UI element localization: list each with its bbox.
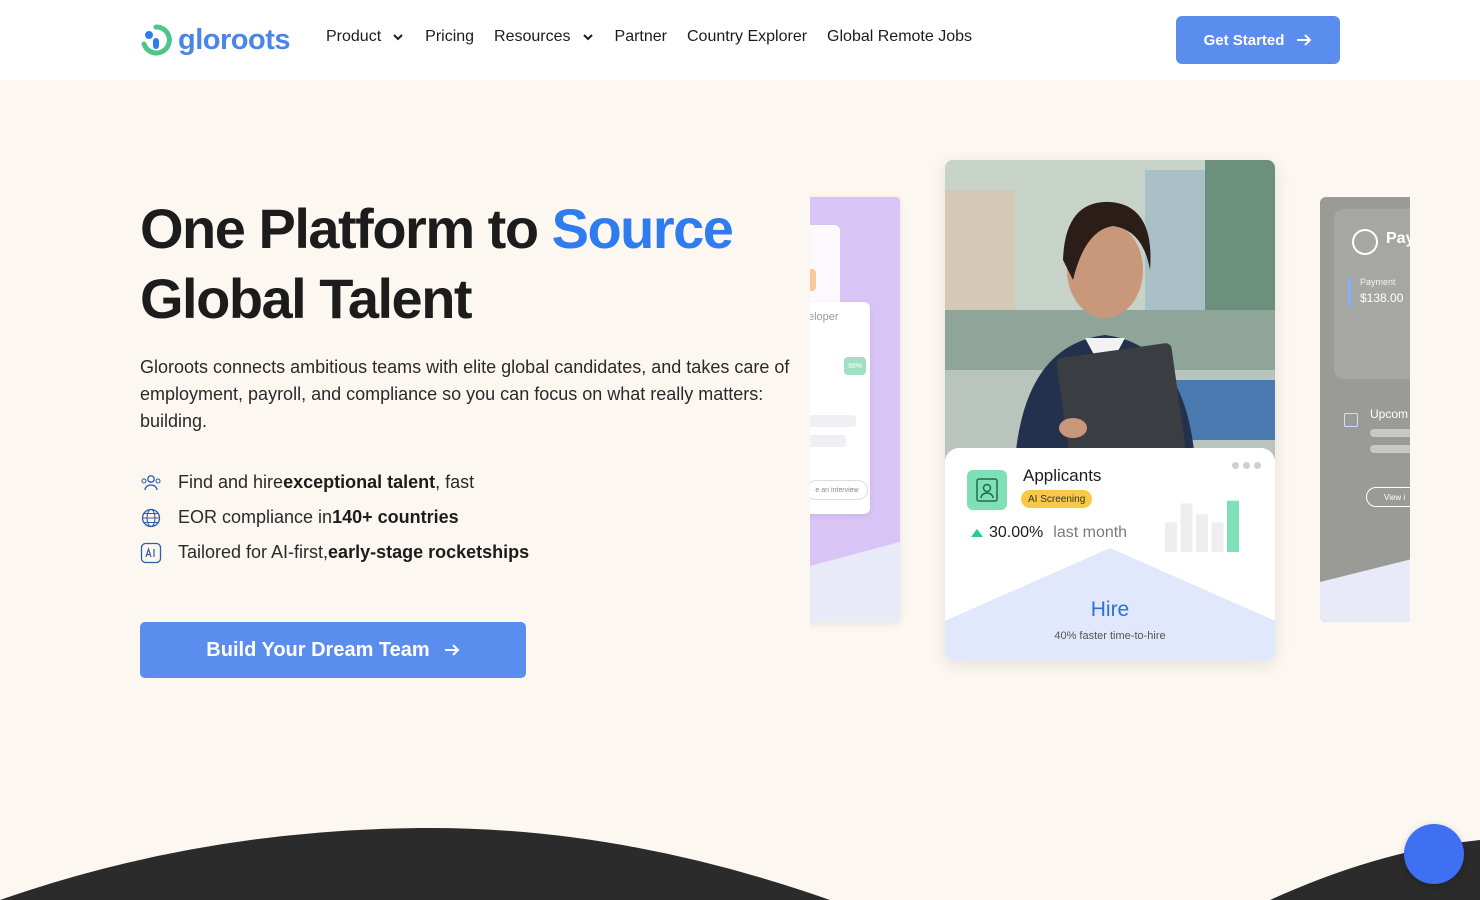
nav-partner[interactable]: Partner [615,28,667,46]
payroll-title: Pay [1386,230,1410,247]
nav-country-explorer[interactable]: Country Explorer [687,28,807,46]
footer-wave [0,827,1480,900]
applicants-panel: Applicants AI Screening 30.00% last mont… [945,448,1275,660]
carousel-card-applicants[interactable]: Applicants AI Screening 30.00% last mont… [945,160,1275,660]
feature-item: EOR compliance in 140+ countries [140,500,529,535]
candidate-photo [945,160,1275,460]
brand-name: gloroots [178,23,291,56]
stat-value: 30.00% [989,524,1044,541]
placeholder-bar [810,415,856,427]
brand-logo[interactable]: gloroots [140,22,291,58]
nav-global-remote-jobs[interactable]: Global Remote Jobs [827,28,972,46]
chart-bar [1165,522,1177,552]
stat-label: last month [1053,524,1128,541]
hero-description: Gloroots connects ambitious teams with e… [140,357,790,431]
nav-label: Pricing [425,28,475,45]
chart-bar [1227,500,1239,552]
upcoming-label: Upcom [1370,407,1409,421]
hire-stage-title: Hire [1090,598,1130,621]
placeholder-bar [1370,445,1410,453]
build-dream-team-label: Build Your Dream Team [206,638,430,661]
feature-bold: 140+ countries [332,507,459,527]
applicant-profile-icon [967,470,1007,510]
nav-label: Partner [614,28,667,45]
arrow-right-icon [1297,34,1312,46]
card-bottom-shape [810,542,900,622]
payment-label: Payment [1360,277,1396,287]
feature-bold: exceptional talent [283,472,436,492]
globe-icon [140,507,162,529]
hero-title-accent: Source [551,197,734,260]
people-icon [140,472,162,494]
calendar-icon [1344,413,1358,427]
payment-amount: $138.00 [1360,291,1404,305]
feature-carousel[interactable]: eloper 98% e an interview Applicants AI … [810,150,1410,680]
hire-stage-subtitle: 40% faster time-to-hire [1054,630,1166,642]
nav-label: Country Explorer [687,28,808,45]
score-chip [810,269,816,291]
role-label: eloper [810,311,839,323]
ai-screening-badge: AI Screening [1021,490,1093,508]
match-score-badge: 98% [844,357,866,375]
chart-bar [1180,503,1193,552]
carousel-card-payroll[interactable]: Pay Payment $138.00 Upcom View i [1320,197,1410,622]
applicants-stat: 30.00% last month [971,524,1127,542]
chevron-down-icon [393,34,403,41]
applicants-title: Applicants [1023,466,1102,485]
nav-label: Product [326,28,382,45]
get-started-button[interactable]: Get Started [1176,16,1340,64]
placeholder-bar [810,435,846,447]
nav-label: Global Remote Jobs [827,28,973,45]
nav-pricing[interactable]: Pricing [425,28,474,46]
card-bottom-shape [1320,542,1410,622]
feature-item: Find and hire exceptional talent, fast [140,465,529,500]
applicants-bar-chart [1165,500,1239,552]
feature-post: , fast [435,472,475,492]
view-button: View i [1366,487,1410,507]
feature-item: Tailored for AI-first, early-stage rocke… [140,535,529,570]
nav-product[interactable]: Product [326,28,405,46]
hero-title-part2: Global Talent [140,267,473,330]
payment-indicator [1348,277,1351,307]
nav-resources[interactable]: Resources [494,28,594,46]
chevron-down-icon [582,34,593,41]
nav-label: Resources [494,28,571,45]
chat-widget-button[interactable] [1404,824,1464,884]
main-nav: Product Pricing Resources Partner Countr… [326,28,972,46]
user-avatar-icon [1352,229,1378,255]
more-options-icon[interactable] [1232,462,1261,469]
chart-bar [1196,514,1208,552]
trend-up-icon [971,529,983,537]
placeholder-bar [1370,429,1410,437]
gloroots-logo-icon [141,24,172,56]
hero-title-part1: One Platform to [140,197,552,260]
carousel-card-left[interactable]: eloper 98% e an interview [810,197,900,622]
site-header: gloroots Product Pricing Resources Partn… [0,0,1480,80]
feature-pre: EOR compliance in [178,507,333,527]
build-dream-team-button[interactable]: Build Your Dream Team [140,622,526,678]
arrow-right-icon [444,644,460,656]
feature-bold: early-stage rocketships [328,542,530,562]
feature-pre: Tailored for AI-first, [178,542,329,562]
hero-title: One Platform to Source Global Talent [140,194,800,334]
chart-bar [1211,522,1224,552]
feature-pre: Find and hire [178,472,284,492]
feature-list: Find and hire exceptional talent, fast E… [140,465,529,570]
get-started-label: Get Started [1203,31,1285,49]
schedule-interview-button: e an interview [810,480,868,500]
ai-icon [140,542,162,564]
